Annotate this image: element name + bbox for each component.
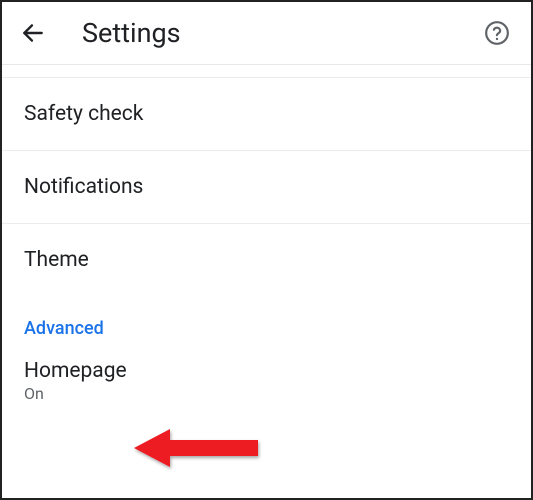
- settings-item-homepage[interactable]: Homepage On: [2, 345, 531, 427]
- settings-item-notifications[interactable]: Notifications: [2, 151, 531, 224]
- previous-section-edge: [2, 64, 531, 78]
- app-bar: Settings: [2, 2, 531, 64]
- help-icon[interactable]: [483, 19, 511, 47]
- settings-item-theme[interactable]: Theme: [2, 224, 531, 296]
- homepage-label: Homepage: [24, 359, 509, 383]
- settings-item-safety-check[interactable]: Safety check: [2, 78, 531, 151]
- annotation-arrow-icon: [132, 423, 272, 473]
- back-icon[interactable]: [20, 20, 46, 46]
- homepage-status: On: [24, 384, 509, 403]
- section-header-advanced: Advanced: [2, 296, 531, 345]
- settings-list: Safety check Notifications Theme Advance…: [2, 78, 531, 427]
- page-title: Settings: [82, 17, 181, 49]
